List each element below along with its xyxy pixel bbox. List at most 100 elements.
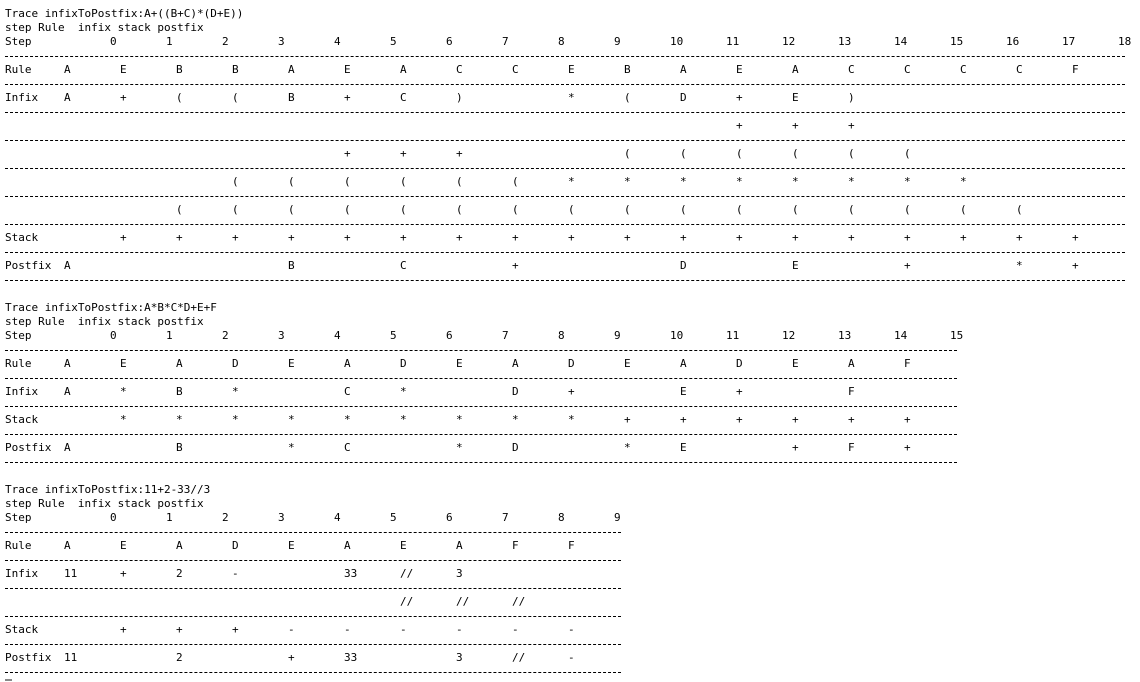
trace-cell: * [400,385,407,398]
trace-cell: * [624,441,631,454]
trace-cell: E [736,63,743,76]
trace-cell: B [176,441,183,454]
trace-cell: D [512,385,519,398]
trace-cell: E [792,91,799,104]
trace-cell: E [456,357,463,370]
step-number: 11 [726,35,740,48]
dashed-divider [5,532,621,533]
trace-cell: + [568,231,575,244]
step-number: 1 [166,329,173,342]
step-row: Step 0 1 2 3 4 5 6 7 8 9 [0,511,1130,525]
trace-cell: + [904,259,911,272]
trace-cell: + [456,231,463,244]
trace-cell: + [736,91,743,104]
dashed-divider [5,616,621,617]
step-number: 5 [390,511,397,524]
trace-cell: + [848,119,855,132]
row-infix: Infix A + ((B + C) * (D + E) [0,91,1130,105]
trace-cell: ) [456,91,463,104]
row-label: Postfix [5,441,52,454]
trace-cell: A [176,539,183,552]
row-stack-level: ((((((* * * * * * * * [0,175,1130,189]
trace-cell: E [792,259,799,272]
step-number: 9 [614,35,621,48]
trace-cell: // [456,595,470,608]
trace-cell: D [680,91,687,104]
trace-cell: ( [176,91,183,104]
trace-cell: + [904,413,911,426]
trace-cell: A [64,91,71,104]
trace-cell: // [400,595,414,608]
trace-cell: A [64,539,71,552]
step-label: Step [5,329,32,342]
dashed-divider [5,378,957,379]
trace-cell: * [400,413,407,426]
step-number: 3 [278,329,285,342]
trace-cell: + [736,413,743,426]
trace-cell: B [176,385,183,398]
trace-title: Trace infixToPostfix:A+((B+C)*(D+E)) [5,7,244,20]
trace-cell: ( [512,175,519,188]
trace-cell: + [1072,259,1079,272]
row-stack-level: (((((((((((((((( [0,203,1130,217]
trace-cell: - [568,651,575,664]
step-number: 13 [838,329,852,342]
step-number: 1 [166,35,173,48]
trace-cell: A [848,357,855,370]
trace-cell: ( [232,203,239,216]
step-number: 0 [110,329,117,342]
dashed-divider [5,56,1125,57]
trace-cell: ( [288,203,295,216]
dashed-divider [5,406,957,407]
row-stack-level: + + + [0,119,1130,133]
trace-cell: ( [904,203,911,216]
row-label: Rule [5,357,32,370]
trace-cell: B [624,63,631,76]
step-number: 14 [894,35,908,48]
row-label: Infix [5,91,39,104]
trace-cell: + [624,413,631,426]
trace-cell: ( [288,175,295,188]
step-number: 3 [278,35,285,48]
trace-cell: ( [176,203,183,216]
trace-cell: E [568,63,575,76]
trace-cell: 3 [456,567,463,580]
step-label: Step [5,511,32,524]
trace-cell: E [792,357,799,370]
trace-cell: A [512,357,519,370]
step-number: 10 [670,35,684,48]
step-number: 6 [446,511,453,524]
step-number: 12 [782,35,796,48]
trace-cell: C [344,441,351,454]
step-number: 18 [1118,35,1132,48]
trace-cell: ( [344,203,351,216]
trace-cell: E [344,63,351,76]
trace-cell: ( [232,175,239,188]
dashed-divider [5,560,621,561]
trace-cell: ( [400,175,407,188]
trace-cell: ( [960,203,967,216]
step-number: 17 [1062,35,1076,48]
trace-cell: * [232,413,239,426]
trace-cell: * [848,175,855,188]
step-number: 7 [502,35,509,48]
trace-cell: C [456,63,463,76]
trace-cell: + [848,413,855,426]
trace-cell: C [904,63,911,76]
step-number: 4 [334,511,341,524]
trace-cell: C [512,63,519,76]
trace-cell: D [400,357,407,370]
trace-cell: + [288,231,295,244]
trace-cell: * [568,413,575,426]
step-number: 5 [390,35,397,48]
trace-cell: ( [512,203,519,216]
dashed-divider [5,140,1125,141]
trace-cell: + [624,231,631,244]
trace-cell: 2 [176,651,183,664]
trace-cell: * [120,413,127,426]
trace-cell: ( [904,147,911,160]
trace-header: step Rule infix stack postfix [5,21,204,34]
trace-cell: * [960,175,967,188]
step-number: 8 [558,511,565,524]
trace-cell: + [120,91,127,104]
